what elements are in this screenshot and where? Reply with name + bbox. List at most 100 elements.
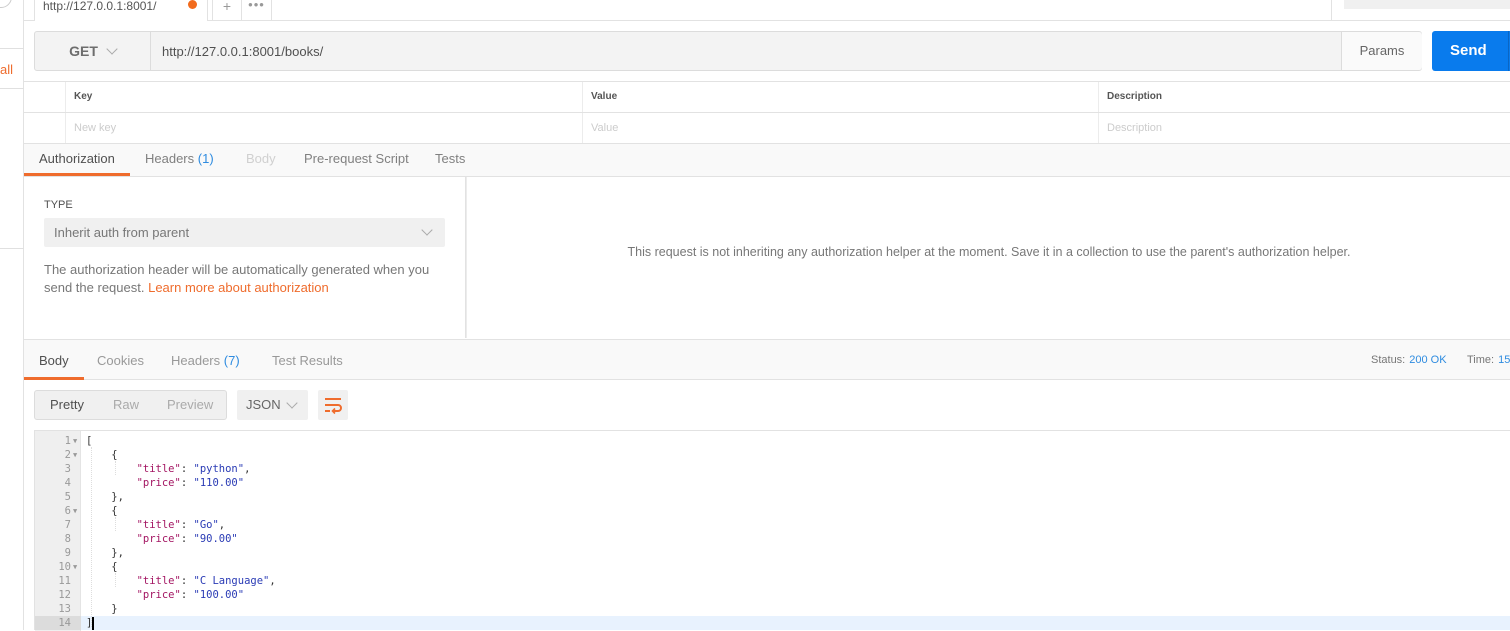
new-tab-button[interactable]: + — [212, 0, 242, 20]
column-header-description: Description — [1098, 82, 1510, 112]
time-label: Time: — [1467, 354, 1495, 366]
code-line: 10 ▼ { — [35, 560, 1510, 574]
view-preview-button[interactable]: Preview — [167, 391, 213, 419]
tab-cookies[interactable]: Cookies — [97, 340, 144, 380]
json-punctuation: : — [180, 519, 194, 531]
json-string: "Go" — [193, 519, 219, 531]
line-number: 12 — [58, 589, 71, 601]
json-string: "python" — [193, 463, 245, 475]
tab-authorization[interactable]: Authorization — [24, 144, 130, 176]
column-header-key: Key — [65, 82, 582, 112]
json-key: "price" — [136, 477, 181, 489]
auth-info-panel: This request is not inheriting any autho… — [466, 177, 1510, 338]
wrap-lines-icon — [325, 398, 342, 415]
line-number: 14 — [35, 616, 81, 630]
json-string: "110.00" — [193, 477, 245, 489]
tab-body[interactable]: Body — [246, 144, 276, 176]
chevron-down-icon — [286, 397, 298, 409]
tab-response-body[interactable]: Body — [24, 340, 84, 380]
json-key: "title" — [136, 519, 181, 531]
tab-test-results[interactable]: Test Results — [272, 340, 343, 380]
code-text: [ — [86, 434, 92, 448]
url-bar: GET Params — [34, 31, 1422, 71]
divider — [0, 88, 24, 89]
code-line: 11 "title": "C Language", — [35, 574, 1510, 588]
line-number: 3 — [64, 463, 71, 475]
headers-count-badge: (7) — [223, 353, 240, 368]
json-key: "title" — [136, 463, 181, 475]
fold-arrow-icon[interactable]: ▼ — [73, 504, 77, 518]
tab-label: Headers — [145, 151, 195, 166]
divider — [1331, 0, 1332, 20]
json-key: "title" — [136, 575, 181, 587]
more-tabs-button[interactable]: ••• — [242, 0, 272, 20]
new-key-input[interactable]: New key — [65, 113, 582, 143]
line-number: 6 — [64, 505, 71, 517]
tab-label: Headers — [171, 353, 221, 368]
headers-count-badge: (1) — [197, 151, 214, 166]
fold-arrow-icon[interactable]: ▼ — [73, 560, 77, 574]
json-punctuation: { — [111, 561, 118, 573]
request-tab-label: http://127.0.0.1:8001/ — [43, 0, 157, 13]
new-description-input[interactable]: Description — [1098, 113, 1510, 143]
learn-more-auth-link[interactable]: Learn more about authorization — [148, 280, 329, 295]
environment-selector[interactable] — [1344, 0, 1510, 9]
params-header-row: Key Value Description — [24, 82, 1510, 113]
params-table: Key Value Description New key Value Desc… — [24, 81, 1510, 144]
tab-response-headers[interactable]: Headers (7) — [171, 340, 240, 380]
code-text: "price": "90.00" — [86, 532, 238, 546]
view-raw-button[interactable]: Raw — [113, 391, 139, 419]
params-new-row: New key Value Description — [24, 113, 1510, 144]
json-punctuation: }, — [111, 491, 124, 503]
request-tab[interactable]: http://127.0.0.1:8001/ — [34, 0, 208, 21]
new-value-input[interactable]: Value — [582, 113, 1099, 143]
sidebar-circle-icon[interactable] — [0, 0, 12, 8]
json-string: "90.00" — [193, 533, 238, 545]
divider — [0, 48, 24, 49]
params-button[interactable]: Params — [1341, 32, 1422, 70]
sidebar-view-all-link[interactable]: all — [0, 62, 13, 77]
response-body-editor[interactable]: 1 ▼[2 ▼ {3 "title": "python", 4 "price": "1… — [34, 430, 1510, 631]
url-input[interactable] — [152, 32, 1340, 70]
json-punctuation: : — [180, 477, 194, 489]
code-line: 6 ▼ { — [35, 504, 1510, 518]
json-punctuation: [ — [86, 435, 93, 447]
line-number: 7 — [64, 519, 71, 531]
wrap-lines-button[interactable] — [318, 390, 348, 420]
line-number: 5 — [64, 491, 71, 503]
json-punctuation: : — [180, 575, 194, 587]
chevron-down-icon — [106, 43, 118, 55]
line-number: 10 — [58, 561, 71, 573]
code-line: 7 "title": "Go", — [35, 518, 1510, 532]
code-text: "title": "python", — [86, 462, 251, 476]
tab-tests[interactable]: Tests — [435, 144, 465, 176]
auth-settings-panel: TYPE Inherit auth from parent The author… — [24, 177, 466, 338]
tab-pre-request-script[interactable]: Pre-request Script — [304, 144, 409, 176]
json-key: "price" — [136, 589, 181, 601]
method-label: GET — [69, 43, 98, 59]
format-select[interactable]: JSON — [237, 390, 308, 420]
code-line: 8 "price": "90.00" — [35, 532, 1510, 546]
indent-guide — [115, 573, 116, 587]
indent-guide — [91, 447, 92, 627]
fold-arrow-icon[interactable]: ▼ — [73, 448, 77, 462]
code-line: 12 "price": "100.00" — [35, 588, 1510, 602]
code-line: 13 } — [35, 602, 1510, 616]
auth-description: The authorization header will be automat… — [44, 261, 454, 297]
fold-arrow-icon[interactable]: ▼ — [73, 434, 77, 448]
format-value: JSON — [246, 397, 281, 412]
line-number: 11 — [58, 575, 71, 587]
text-cursor — [92, 616, 95, 630]
indent-guide — [115, 517, 116, 531]
line-number: 13 — [58, 603, 71, 615]
view-pretty-button[interactable]: Pretty — [50, 391, 84, 419]
json-punctuation: : — [180, 463, 194, 475]
status-value: 200 OK — [1409, 354, 1447, 366]
request-section-tabs: Authorization Headers (1) Body Pre-reque… — [24, 144, 1510, 177]
method-select[interactable]: GET — [35, 32, 151, 70]
send-button[interactable]: Send — [1432, 31, 1510, 71]
auth-type-label: TYPE — [44, 199, 73, 211]
code-line: 2 ▼ { — [35, 448, 1510, 462]
auth-type-select[interactable]: Inherit auth from parent — [44, 218, 445, 247]
tab-headers[interactable]: Headers (1) — [145, 144, 214, 176]
